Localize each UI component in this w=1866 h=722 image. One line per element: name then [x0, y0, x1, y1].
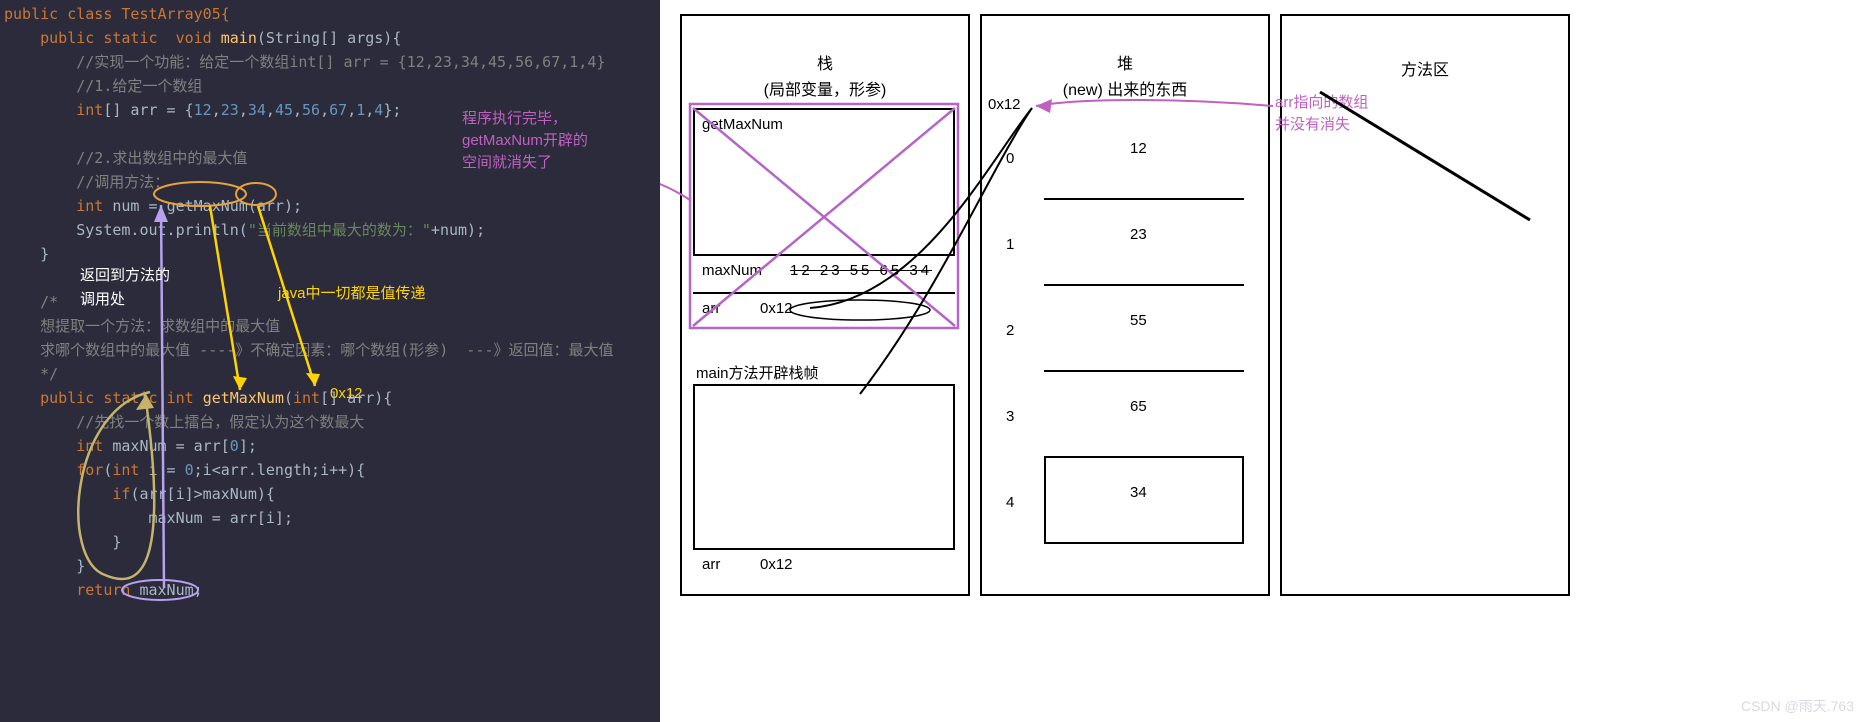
- annot-line: arr指向的数组: [1275, 92, 1368, 114]
- heap-index: 4: [1006, 494, 1014, 511]
- comment-6: //先找一个数上擂台，假定认为这个数最大: [76, 413, 364, 431]
- annot-purple: 程序执行完毕， getMaxNum开辟的 空间就消失了: [462, 108, 588, 174]
- annot-line: getMaxNum开辟的: [462, 130, 588, 152]
- fn-decl: getMaxNum: [203, 389, 284, 407]
- main-arr-value: 0x12: [760, 556, 793, 573]
- annot-line: 并没有消失: [1275, 114, 1368, 136]
- heap-cell: [1044, 372, 1244, 458]
- comment-3: //2.求出数组中的最大值: [76, 149, 247, 167]
- note-return-2: 调用处: [80, 288, 125, 312]
- code-editor: public class TestArray05{ public static …: [0, 0, 660, 722]
- heap-title: 堆: [980, 50, 1270, 74]
- watermark: CSDN @雨天.763: [1741, 696, 1854, 716]
- heap-cell: [1044, 200, 1244, 286]
- heap-cell: [1044, 114, 1244, 200]
- heap-value: 65: [1130, 398, 1147, 415]
- call-fn: getMaxNum: [167, 197, 248, 215]
- comment-2: //1.给定一个数组: [76, 77, 202, 95]
- annot-line: 程序执行完毕，: [462, 108, 588, 130]
- kw-public: public class TestArray05{: [4, 5, 230, 23]
- annot-line: 空间就消失了: [462, 152, 588, 174]
- heap-index: 3: [1006, 408, 1014, 425]
- heap-value: 23: [1130, 226, 1147, 243]
- heap-value: 12: [1130, 140, 1147, 157]
- heap-index: 0: [1006, 150, 1014, 167]
- block-comment-close: */: [40, 365, 58, 383]
- stack-title: 栈: [680, 50, 970, 74]
- main-arr-label: arr: [702, 556, 720, 573]
- stack-subtitle: (局部变量，形参): [680, 76, 970, 100]
- frame-name: getMaxNum: [702, 116, 783, 133]
- row-arr: [693, 292, 955, 326]
- heap-cell: [1044, 286, 1244, 372]
- note-value-passing: java中一切都是值传递: [278, 282, 426, 306]
- heap-value: 34: [1130, 484, 1147, 501]
- heap-value: 55: [1130, 312, 1147, 329]
- block-comment-open: /*: [40, 293, 58, 311]
- memory-diagram: 栈 (局部变量，形参) getMaxNum maxNum 12 23 55 65…: [660, 0, 1866, 722]
- row-main-arr: [693, 548, 955, 582]
- maxnum-label: maxNum: [702, 262, 762, 279]
- heap-index: 1: [1006, 236, 1014, 253]
- method-area-title: 方法区: [1280, 56, 1570, 80]
- note-return-1: 返回到方法的: [80, 264, 170, 288]
- arr-label: arr: [702, 300, 720, 317]
- note-hex: 0x12: [330, 382, 363, 406]
- heap-index: 2: [1006, 322, 1014, 339]
- maxnum-values: 12 23 55 65 34: [790, 262, 932, 279]
- block-comment-line: 想提取一个方法：求数组中的最大值: [40, 317, 280, 335]
- heap-address: 0x12: [988, 96, 1021, 113]
- main-params: (String[] args){: [257, 29, 402, 47]
- arr-value: 0x12: [760, 300, 793, 317]
- comment-1: //实现一个功能：给定一个数组int[] arr = {12,23,34,45,…: [76, 53, 605, 71]
- heap-subtitle: (new) 出来的东西: [980, 76, 1270, 100]
- comment-4: //调用方法：: [76, 173, 169, 191]
- main-frame-title: main方法开辟栈帧: [696, 362, 819, 383]
- fn-main: main: [221, 29, 257, 47]
- block-comment-line: 求哪个数组中的最大值 ----》不确定因素：哪个数组(形参) ---》返回值：最…: [40, 341, 613, 359]
- annot-right: arr指向的数组 并没有消失: [1275, 92, 1368, 136]
